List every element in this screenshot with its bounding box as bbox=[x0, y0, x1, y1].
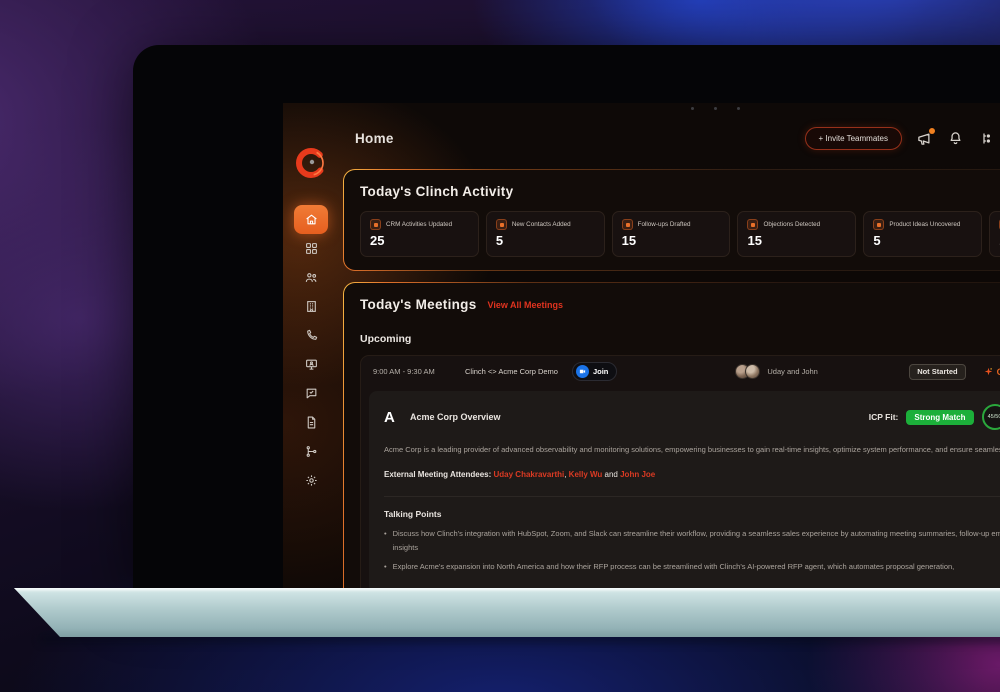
icp-score-ring: 45/50 bbox=[981, 404, 1000, 430]
card-value: 15 bbox=[621, 233, 637, 248]
clinch-app-window: Home + Invite Teammates Today's Clinch A… bbox=[283, 103, 1000, 605]
invite-teammates-button[interactable]: + Invite Teammates bbox=[804, 126, 902, 150]
icp-fit-badge: Strong Match bbox=[906, 409, 974, 425]
sidebar-item-calls[interactable] bbox=[294, 321, 328, 350]
objections-icon bbox=[747, 219, 759, 230]
notifications-button[interactable] bbox=[948, 130, 964, 146]
card-objections[interactable]: Objections Detected 15 bbox=[737, 211, 857, 257]
laptop-base bbox=[14, 588, 1000, 637]
building-icon bbox=[306, 301, 316, 312]
talking-points-label: Talking Points bbox=[384, 509, 442, 520]
upcoming-label: Upcoming bbox=[360, 333, 412, 345]
icp-fit-label: ICP Fit: bbox=[868, 412, 899, 422]
sidebar bbox=[283, 103, 339, 605]
external-attendees: External Meeting Attendees: Uday Chakrav… bbox=[384, 470, 656, 480]
connections-icon bbox=[983, 133, 991, 143]
activity-panel: Today's Clinch Activity CRM Activities U… bbox=[343, 169, 1000, 271]
sidebar-item-integrations[interactable] bbox=[294, 437, 328, 466]
card-value: 15 bbox=[747, 233, 762, 248]
sidebar-item-conversations[interactable] bbox=[294, 379, 328, 408]
talking-point: • Discuss how Clinch's integration with H… bbox=[384, 529, 1000, 553]
activity-title: Today's Clinch Activity bbox=[360, 184, 514, 199]
card-followups[interactable]: Follow-ups Drafted 15 bbox=[611, 211, 731, 257]
sidebar-item-contacts[interactable] bbox=[294, 263, 328, 292]
sidebar-item-settings[interactable] bbox=[294, 466, 328, 495]
main-content: Home + Invite Teammates Today's Clinch A… bbox=[339, 103, 1000, 605]
laptop-screen: Home + Invite Teammates Today's Clinch A… bbox=[133, 45, 1000, 605]
talking-point: • Explore Acme's expansion into North Ame… bbox=[384, 562, 955, 571]
sidebar-item-meetings[interactable] bbox=[294, 350, 328, 379]
crm-activities-icon bbox=[370, 219, 381, 230]
sidebar-item-dashboard[interactable] bbox=[294, 234, 328, 263]
detail-title: Acme Corp Overview bbox=[410, 412, 501, 422]
status-badge: Not Started bbox=[909, 363, 966, 380]
sparkle-icon bbox=[984, 367, 992, 376]
meeting-detail-card: A Acme Corp Overview ICP Fit: Strong Mat… bbox=[369, 391, 1000, 594]
new-contacts-icon bbox=[495, 219, 507, 230]
grid-icon bbox=[305, 243, 317, 254]
monitor-person-icon bbox=[305, 359, 317, 370]
avatar bbox=[745, 364, 761, 379]
attendee-avatars bbox=[735, 364, 761, 379]
sidebar-nav bbox=[294, 205, 328, 495]
attendees-short: Uday and John bbox=[767, 367, 818, 376]
workflow-button[interactable] bbox=[979, 130, 995, 146]
meetings-title: Today's Meetings bbox=[360, 297, 477, 312]
company-logo: A bbox=[384, 408, 395, 426]
talking-points-list: • Discuss how Clinch's integration with H… bbox=[384, 527, 1000, 574]
card-value: 5 bbox=[495, 233, 504, 248]
announcements-button[interactable] bbox=[917, 128, 935, 146]
attendee-link[interactable]: Kelly Wu bbox=[569, 470, 603, 479]
clinch-logo-icon bbox=[296, 148, 326, 178]
meeting-time: 9:00 AM - 9:30 AM bbox=[373, 367, 435, 376]
view-all-meetings-link[interactable]: View All Meetings bbox=[488, 300, 564, 310]
product-ideas-icon bbox=[873, 219, 885, 230]
call-prep-link[interactable]: Call Prep Available bbox=[984, 367, 1000, 377]
company-description: Acme Corp is a leading provider of advan… bbox=[384, 445, 1000, 454]
meetings-panel: Today's Meetings View All Meetings Upcom… bbox=[343, 282, 1000, 605]
flow-branch-icon bbox=[306, 446, 316, 457]
camera-dots bbox=[691, 107, 740, 110]
users-icon bbox=[305, 273, 316, 282]
video-camera-icon bbox=[575, 365, 589, 378]
card-new-contacts[interactable]: New Contacts Added 5 bbox=[485, 211, 605, 257]
home-icon bbox=[305, 214, 317, 225]
meeting-row[interactable]: 9:00 AM - 9:30 AM Clinch <> Acme Corp De… bbox=[361, 356, 1000, 387]
followups-icon bbox=[621, 219, 633, 230]
activity-cards: CRM Activities Updated 25 New Contacts A… bbox=[360, 211, 1000, 257]
meeting-name: Clinch <> Acme Corp Demo bbox=[465, 367, 558, 376]
notification-dot bbox=[928, 128, 935, 134]
gear-icon bbox=[305, 475, 317, 486]
topbar: Home + Invite Teammates bbox=[341, 125, 1000, 151]
card-value: 5 bbox=[873, 233, 881, 248]
card-crm-activities[interactable]: CRM Activities Updated 25 bbox=[360, 211, 479, 257]
attendee-link[interactable]: Uday Chakravarthi bbox=[494, 470, 565, 479]
topbar-actions: + Invite Teammates bbox=[804, 126, 1000, 150]
phone-icon bbox=[306, 329, 317, 340]
desktop-background: Home + Invite Teammates Today's Clinch A… bbox=[0, 0, 1000, 692]
card-product-ideas[interactable]: Product Ideas Uncovered 5 bbox=[863, 211, 983, 257]
attendee-link[interactable]: John Joe bbox=[620, 470, 655, 479]
chat-check-icon bbox=[306, 388, 316, 399]
sidebar-item-companies[interactable] bbox=[294, 292, 328, 321]
sidebar-item-documents[interactable] bbox=[294, 408, 328, 437]
join-meeting-button[interactable]: Join bbox=[571, 362, 618, 381]
card-value: 25 bbox=[370, 233, 385, 248]
divider bbox=[384, 496, 1000, 498]
bell-icon bbox=[950, 131, 961, 144]
document-icon bbox=[307, 416, 315, 429]
page-title: Home bbox=[355, 130, 394, 146]
sidebar-item-home[interactable] bbox=[294, 205, 328, 234]
meeting-item: 9:00 AM - 9:30 AM Clinch <> Acme Corp De… bbox=[360, 355, 1000, 605]
card-competitors[interactable]: Competitors Detected 10 bbox=[989, 211, 1000, 257]
